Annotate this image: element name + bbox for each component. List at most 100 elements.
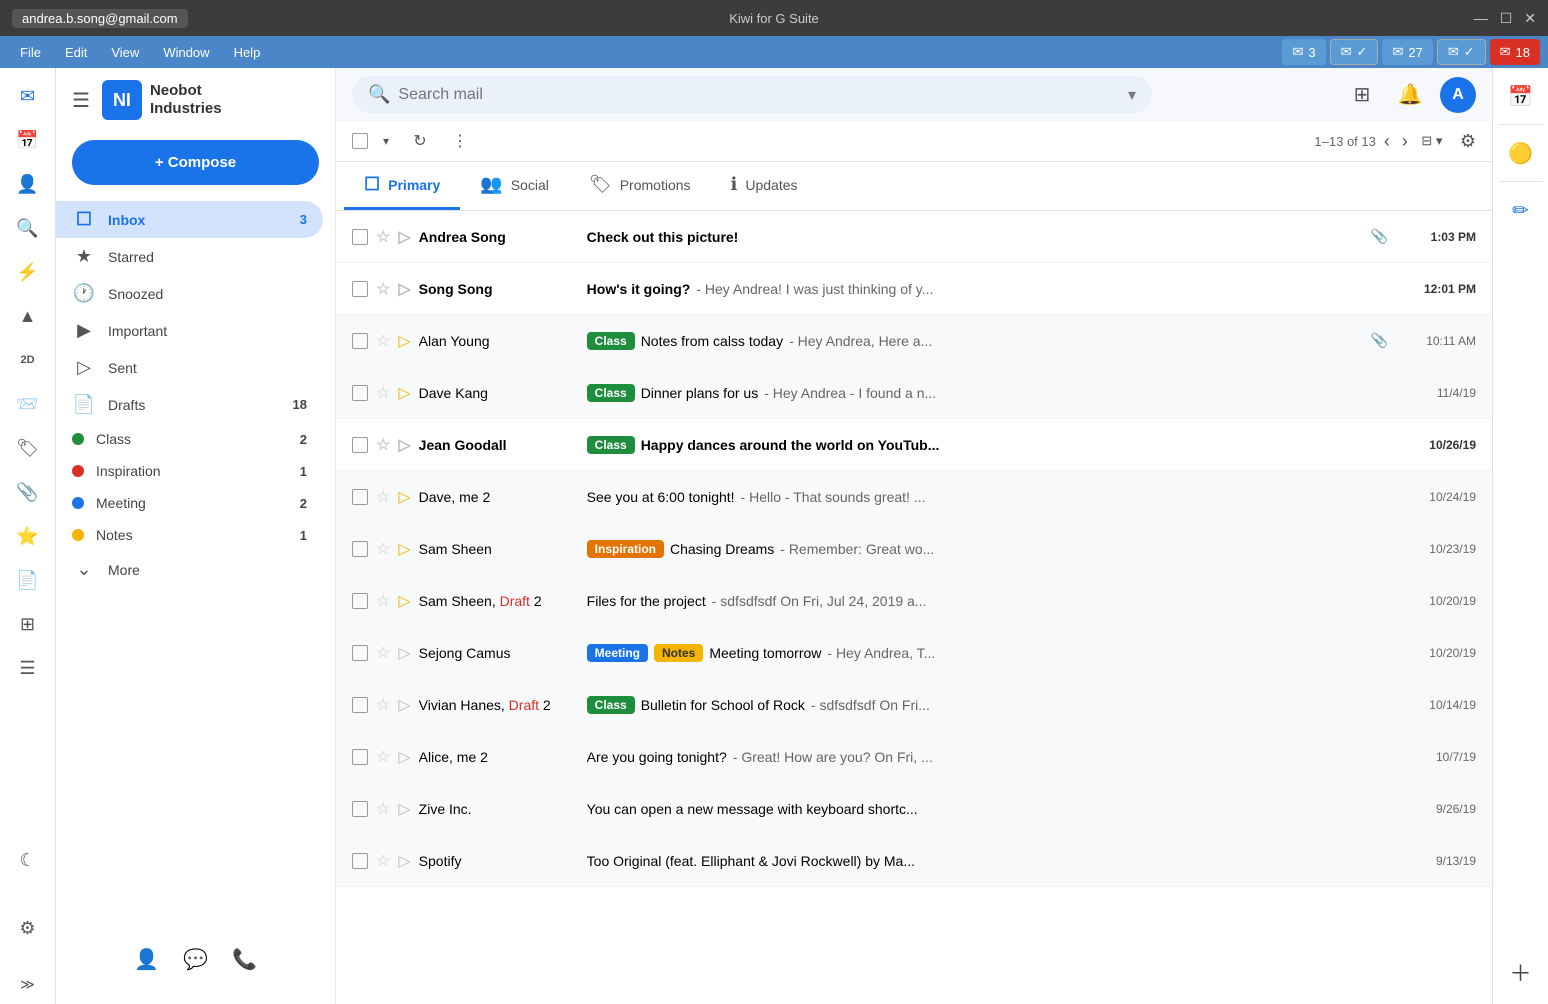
settings-gear-button[interactable]: ⚙ bbox=[1460, 131, 1476, 152]
nav-inspiration[interactable]: Inspiration 1 bbox=[56, 455, 323, 487]
rail-paperclip-icon[interactable]: 📎 bbox=[8, 472, 48, 512]
email-checkbox[interactable] bbox=[352, 281, 368, 297]
email-row[interactable]: ☆ ▷ Dave Kang Class Dinner plans for us … bbox=[336, 367, 1492, 419]
star-icon[interactable]: ☆ bbox=[376, 851, 390, 871]
badge-account3[interactable]: ✉ 27 bbox=[1382, 39, 1432, 65]
menu-edit[interactable]: Edit bbox=[53, 41, 99, 64]
forward-icon[interactable]: ▷ bbox=[398, 331, 410, 351]
forward-icon[interactable]: ▷ bbox=[398, 851, 410, 871]
email-row[interactable]: ☆ ▷ Sejong Camus Meeting Notes Meeting t… bbox=[336, 627, 1492, 679]
compose-button[interactable]: + Compose bbox=[72, 140, 319, 185]
account-label[interactable]: andrea.b.song@gmail.com bbox=[12, 9, 188, 28]
email-row[interactable]: ☆ ▷ Vivian Hanes, Draft 2 Class Bulletin… bbox=[336, 679, 1492, 731]
rail-calendar-icon[interactable]: 📅 bbox=[8, 120, 48, 160]
forward-icon[interactable]: ▷ bbox=[398, 487, 410, 507]
email-checkbox[interactable] bbox=[352, 645, 368, 661]
chat-icon[interactable]: 💬 bbox=[183, 947, 208, 972]
email-row[interactable]: ☆ ▷ Song Song How's it going? - Hey Andr… bbox=[336, 263, 1492, 315]
nav-inbox[interactable]: ☐ Inbox 3 bbox=[56, 201, 323, 238]
email-checkbox[interactable] bbox=[352, 489, 368, 505]
add-contact-icon[interactable]: 👤 bbox=[134, 947, 159, 972]
nav-drafts[interactable]: 📄 Drafts 18 bbox=[56, 386, 323, 423]
email-checkbox[interactable] bbox=[352, 749, 368, 765]
star-icon[interactable]: ☆ bbox=[376, 331, 390, 351]
forward-icon[interactable]: ▷ bbox=[398, 227, 410, 247]
rail-settings-icon[interactable]: ⚙ bbox=[8, 908, 48, 948]
forward-icon[interactable]: ▷ bbox=[398, 747, 410, 767]
email-checkbox[interactable] bbox=[352, 593, 368, 609]
forward-icon[interactable]: ▷ bbox=[398, 591, 410, 611]
nav-meeting[interactable]: Meeting 2 bbox=[56, 487, 323, 519]
email-checkbox[interactable] bbox=[352, 333, 368, 349]
select-all-checkbox[interactable] bbox=[352, 133, 368, 149]
rail-doc-icon[interactable]: 📄 bbox=[8, 560, 48, 600]
star-icon[interactable]: ☆ bbox=[376, 383, 390, 403]
right-tasks-icon[interactable]: 🟡 bbox=[1501, 133, 1541, 173]
email-row[interactable]: ☆ ▷ Spotify Too Original (feat. Elliphan… bbox=[336, 835, 1492, 887]
badge-account5[interactable]: ✉ 18 bbox=[1490, 39, 1540, 65]
rail-2d-icon[interactable]: 2D bbox=[8, 340, 48, 380]
nav-snoozed[interactable]: 🕐 Snoozed bbox=[56, 275, 323, 312]
email-checkbox[interactable] bbox=[352, 229, 368, 245]
email-checkbox[interactable] bbox=[352, 541, 368, 557]
star-icon[interactable]: ☆ bbox=[376, 591, 390, 611]
menu-view[interactable]: View bbox=[99, 41, 151, 64]
search-input[interactable] bbox=[398, 86, 1120, 104]
star-icon[interactable]: ☆ bbox=[376, 643, 390, 663]
rail-envelope-icon[interactable]: 📨 bbox=[8, 384, 48, 424]
tab-social[interactable]: 👥 Social bbox=[460, 162, 569, 210]
star-icon[interactable]: ☆ bbox=[376, 227, 390, 247]
minimize-button[interactable]: — bbox=[1474, 10, 1488, 27]
close-button[interactable]: ✕ bbox=[1524, 10, 1536, 27]
rail-contacts-icon[interactable]: 👤 bbox=[8, 164, 48, 204]
email-checkbox[interactable] bbox=[352, 437, 368, 453]
nav-starred[interactable]: ★ Starred bbox=[56, 238, 323, 275]
badge-account1[interactable]: ✉ 3 bbox=[1282, 39, 1325, 65]
email-row[interactable]: ☆ ▷ Alice, me 2 Are you going tonight? -… bbox=[336, 731, 1492, 783]
email-row[interactable]: ☆ ▷ Sam Sheen Inspiration Chasing Dreams… bbox=[336, 523, 1492, 575]
notifications-icon[interactable]: 🔔 bbox=[1392, 77, 1428, 113]
tab-primary[interactable]: ☐ Primary bbox=[344, 162, 460, 210]
apps-icon[interactable]: ⊞ bbox=[1344, 77, 1380, 113]
rail-mail-icon[interactable]: ✉ bbox=[8, 76, 48, 116]
menu-help[interactable]: Help bbox=[222, 41, 273, 64]
rail-table-icon[interactable]: ⊞ bbox=[8, 604, 48, 644]
right-edit-icon[interactable]: ✏ bbox=[1501, 190, 1541, 230]
nav-class[interactable]: Class 2 bbox=[56, 423, 323, 455]
nav-sent[interactable]: ▷ Sent bbox=[56, 349, 323, 386]
email-checkbox[interactable] bbox=[352, 385, 368, 401]
email-row[interactable]: ☆ ▷ Jean Goodall Class Happy dances arou… bbox=[336, 419, 1492, 471]
forward-icon[interactable]: ▷ bbox=[398, 695, 410, 715]
prev-page-button[interactable]: ‹ bbox=[1380, 127, 1394, 156]
rail-chevron-icon[interactable]: ≫ bbox=[8, 964, 48, 1004]
user-avatar[interactable]: A bbox=[1440, 77, 1476, 113]
phone-icon[interactable]: 📞 bbox=[232, 947, 257, 972]
rail-list-icon[interactable]: ☰ bbox=[8, 648, 48, 688]
menu-file[interactable]: File bbox=[8, 41, 53, 64]
forward-icon[interactable]: ▷ bbox=[398, 539, 410, 559]
rail-up-icon[interactable]: ▲ bbox=[8, 296, 48, 336]
forward-icon[interactable]: ▷ bbox=[398, 435, 410, 455]
rail-moon-icon[interactable]: ☾ bbox=[8, 840, 48, 880]
star-icon[interactable]: ☆ bbox=[376, 747, 390, 767]
badge-account2[interactable]: ✉ ✓ bbox=[1330, 39, 1379, 65]
nav-notes[interactable]: Notes 1 bbox=[56, 519, 323, 551]
tab-updates[interactable]: ℹ Updates bbox=[711, 162, 818, 210]
next-page-button[interactable]: › bbox=[1398, 127, 1412, 156]
refresh-button[interactable]: ↻ bbox=[404, 125, 436, 157]
star-icon[interactable]: ☆ bbox=[376, 695, 390, 715]
email-checkbox[interactable] bbox=[352, 853, 368, 869]
star-icon[interactable]: ☆ bbox=[376, 799, 390, 819]
more-options-button[interactable]: ⋮ bbox=[444, 125, 476, 157]
email-row[interactable]: ☆ ▷ Zive Inc. You can open a new message… bbox=[336, 783, 1492, 835]
rail-star-icon[interactable]: ⭐ bbox=[8, 516, 48, 556]
nav-important[interactable]: ▶ Important bbox=[56, 312, 323, 349]
email-checkbox[interactable] bbox=[352, 801, 368, 817]
menu-window[interactable]: Window bbox=[151, 41, 221, 64]
select-dropdown-btn[interactable]: ▾ bbox=[376, 125, 396, 157]
right-calendar-icon[interactable]: 📅 bbox=[1501, 76, 1541, 116]
forward-icon[interactable]: ▷ bbox=[398, 799, 410, 819]
hamburger-menu[interactable]: ☰ bbox=[72, 88, 90, 113]
forward-icon[interactable]: ▷ bbox=[398, 383, 410, 403]
forward-icon[interactable]: ▷ bbox=[398, 279, 410, 299]
